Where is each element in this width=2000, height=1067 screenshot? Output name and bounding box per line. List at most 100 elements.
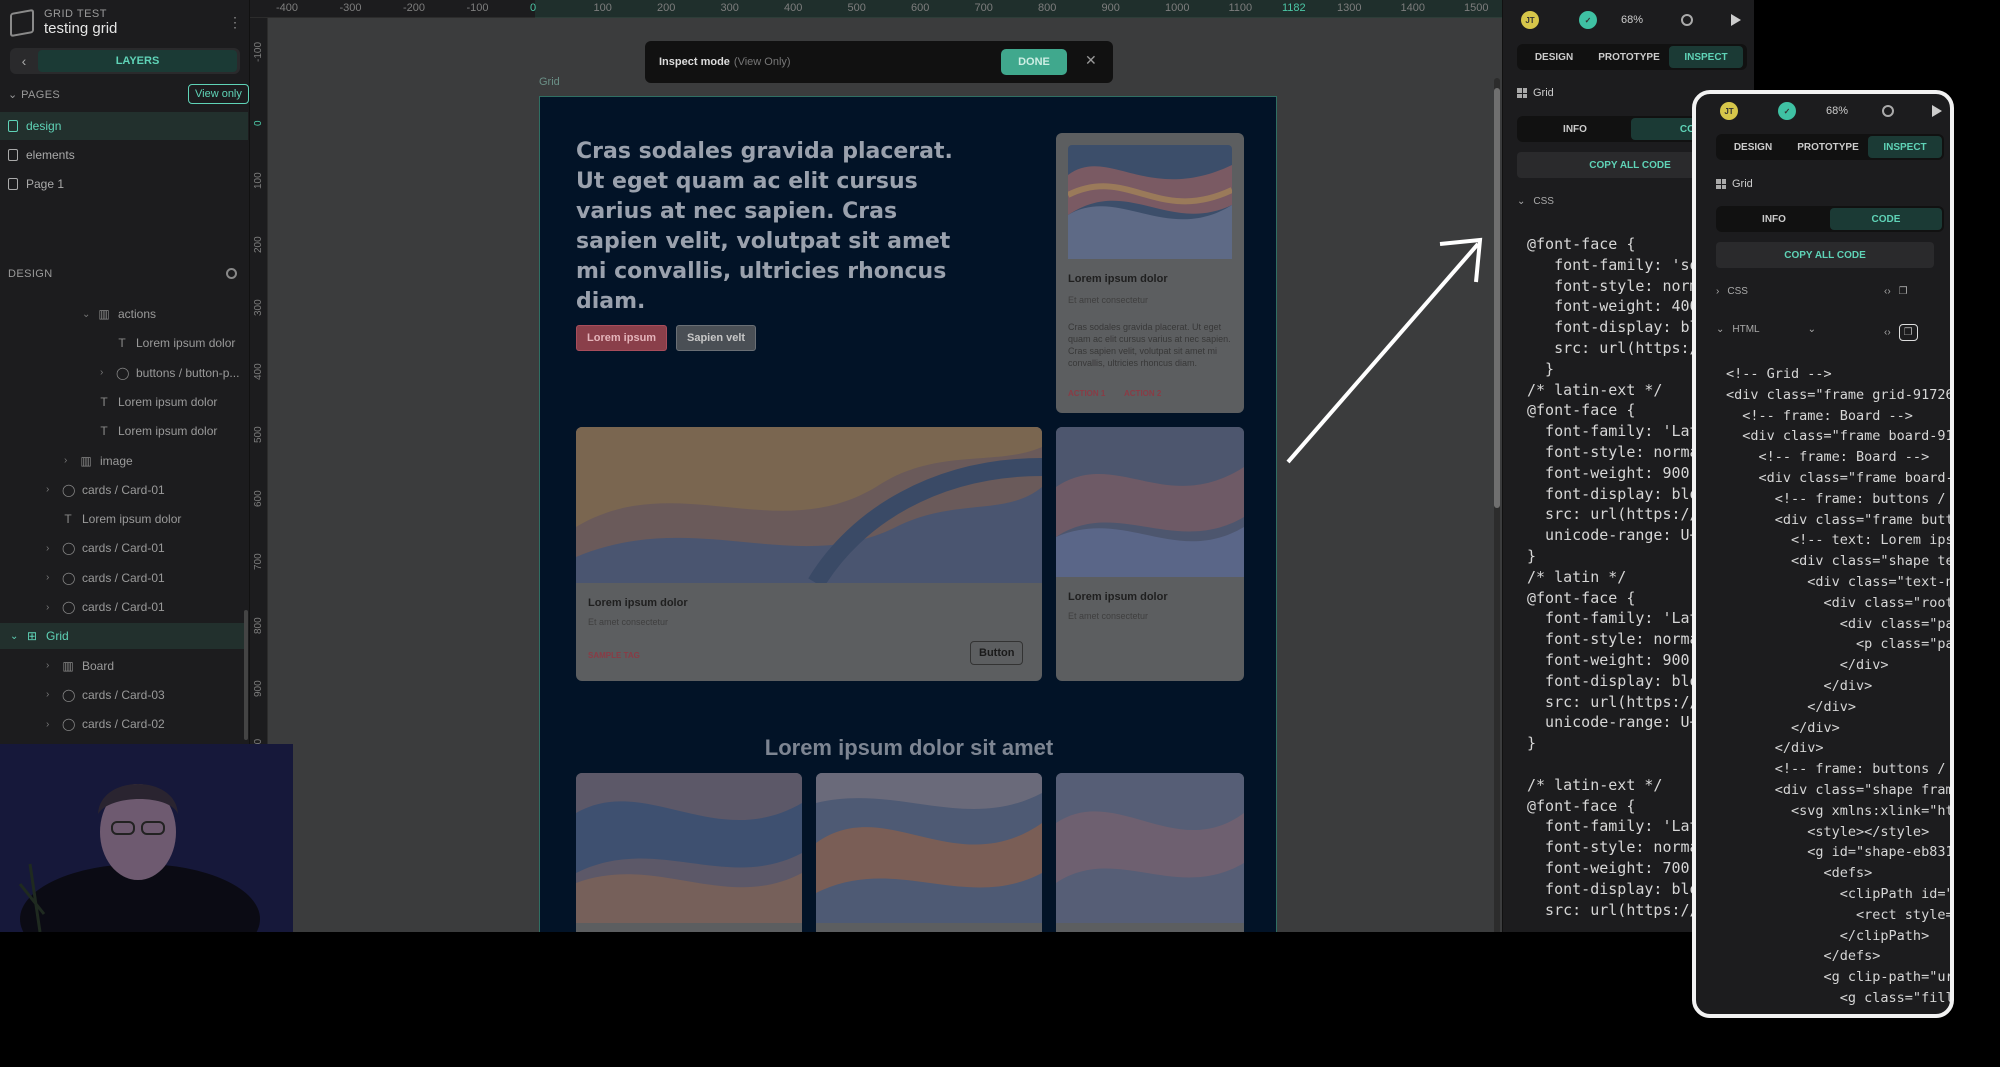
page-icon — [8, 120, 18, 132]
tab-prototype[interactable]: PROTOTYPE — [1589, 46, 1669, 68]
tab-layers[interactable]: LAYERS — [38, 50, 237, 72]
layer-label: cards / Card-01 — [82, 570, 165, 585]
ruler-tick-label: 600 — [253, 489, 264, 507]
layer-item[interactable]: T Lorem ipsum dolor — [82, 389, 217, 415]
canvas-scrollbar[interactable] — [1494, 78, 1500, 932]
more-options-icon[interactable]: ⋮ — [228, 14, 242, 31]
layer-item[interactable]: › ◯ cards / Card-01 — [46, 594, 165, 620]
card-02-wide[interactable]: Lorem ipsum dolor Et amet consectetur SA… — [576, 427, 1042, 681]
tab-design[interactable]: DESIGN — [1519, 46, 1589, 68]
zoom-level[interactable]: 68% — [1621, 14, 1643, 26]
page-label: Page 1 — [26, 177, 65, 191]
close-icon[interactable]: ✕ — [1085, 52, 1097, 69]
bottom-card-1[interactable] — [576, 773, 802, 932]
chevron-right-icon[interactable]: › — [46, 572, 54, 583]
layer-item[interactable]: › ◯ cards / Card-03 — [46, 682, 165, 708]
code-line: <div class="frame board-91 — [1726, 428, 1954, 445]
sample-tag: SAMPLE TAG — [588, 651, 640, 660]
hero-text[interactable]: Cras sodales gravida placerat. Ut eget q… — [576, 137, 956, 317]
layer-item[interactable]: T Lorem ipsum dolor — [46, 506, 181, 532]
layer-item[interactable]: › ◯ cards / Card-01 — [46, 477, 165, 503]
user-avatar[interactable]: JT — [1521, 11, 1539, 29]
page-item[interactable]: elements — [0, 141, 248, 169]
card-title: Lorem ipsum dolor — [1068, 591, 1168, 603]
layer-item[interactable]: T Lorem ipsum dolor — [100, 330, 235, 356]
section-heading[interactable]: Lorem ipsum dolor sit amet — [540, 735, 1278, 761]
action-1-link[interactable]: ACTION 1 — [1068, 389, 1105, 398]
tab-info[interactable]: INFO — [1718, 208, 1830, 230]
page-item[interactable]: design — [0, 112, 248, 140]
lorem-ipsum-button[interactable]: Lorem ipsum — [576, 325, 668, 351]
css-section-toggle[interactable]: ⌄ CSS — [1517, 196, 1554, 207]
html-code-block[interactable]: <!-- Grid --> <div class="frame grid-9172… — [1726, 366, 1954, 1011]
chevron-right-icon[interactable]: › — [46, 719, 54, 730]
layer-item[interactable]: › ▥ image — [64, 448, 133, 474]
back-arrow-icon[interactable]: ‹ — [10, 53, 38, 69]
layer-item[interactable]: ⌄ ▥ actions — [82, 301, 156, 327]
code-line: <g class="fills" id=" — [1839, 989, 1954, 1006]
sidebar-scrollbar[interactable] — [244, 610, 248, 740]
design-canvas[interactable]: Grid Cras sodales gravida placerat. Ut e… — [268, 18, 1502, 932]
layer-item[interactable]: › ▥ Board — [46, 653, 114, 679]
inspect-mode-banner: Inspect mode (View Only) DONE ✕ — [645, 41, 1113, 83]
copy-icon[interactable]: ❐ — [1898, 324, 1918, 341]
sync-status-icon: ✓ — [1579, 11, 1597, 29]
comment-icon[interactable] — [1681, 14, 1693, 26]
tab-design[interactable]: DESIGN — [1718, 136, 1788, 158]
tab-code[interactable]: CODE — [1830, 208, 1942, 230]
done-button[interactable]: DONE — [1001, 49, 1067, 75]
chevron-right-icon[interactable]: › — [46, 660, 54, 671]
copy-icon[interactable]: ❐ — [1899, 286, 1908, 297]
bottom-card-3[interactable] — [1056, 773, 1244, 932]
board-label[interactable]: Grid — [539, 76, 560, 88]
copy-all-code-button[interactable]: COPY ALL CODE — [1716, 242, 1934, 268]
ruler-tick-label: 900 — [253, 680, 264, 697]
search-icon[interactable] — [226, 268, 237, 279]
play-icon[interactable] — [1731, 14, 1741, 26]
code-view-icon[interactable]: ‹› — [1884, 327, 1891, 338]
layer-item[interactable]: › ◯ cards / Card-01 — [46, 565, 165, 591]
tab-info[interactable]: INFO — [1519, 118, 1631, 140]
card-button[interactable]: Button — [970, 641, 1024, 665]
html-label: HTML — [1732, 324, 1760, 335]
sapien-velt-button[interactable]: Sapien velt — [676, 325, 757, 351]
layer-item[interactable]: ⌄ ⊞ Grid — [0, 623, 248, 650]
layer-label: Lorem ipsum dolor — [118, 424, 218, 439]
chevron-right-icon[interactable]: › — [64, 455, 72, 466]
chevron-right-icon[interactable]: › — [100, 367, 108, 378]
tab-inspect[interactable]: INSPECT — [1868, 136, 1942, 158]
page-item[interactable]: Page 1 — [0, 170, 248, 198]
view-only-badge[interactable]: View only — [188, 84, 249, 104]
code-line: <g clip-path="url(#fr — [1823, 969, 1954, 986]
chevron-down-icon[interactable]: ⌄ — [82, 309, 90, 320]
user-avatar[interactable]: JT — [1720, 102, 1738, 120]
html-section-toggle[interactable]: ⌄ HTML ⌄ — [1716, 324, 1816, 335]
pages-section-toggle[interactable]: ⌄ PAGES — [8, 88, 60, 101]
action-2-link[interactable]: ACTION 2 — [1124, 389, 1161, 398]
chevron-right-icon[interactable]: › — [46, 484, 54, 495]
comment-icon[interactable] — [1882, 105, 1894, 117]
code-line: <div class="paragra — [1839, 615, 1954, 632]
zoom-level[interactable]: 68% — [1826, 105, 1848, 117]
chevron-down-icon[interactable]: ⌄ — [10, 631, 18, 642]
layer-item[interactable]: › ◯ buttons / button-p... — [100, 360, 239, 386]
layer-item[interactable]: › ◯ cards / Card-01 — [46, 535, 165, 561]
code-line: <clipPath id="frame — [1839, 885, 1954, 902]
chevron-right-icon[interactable]: › — [46, 602, 54, 613]
code-view-icon[interactable]: ‹› — [1884, 286, 1891, 297]
ruler-tick-label: 1300 — [1337, 2, 1362, 14]
tab-inspect[interactable]: INSPECT — [1669, 46, 1743, 68]
project-header[interactable]: GRID TEST testing grid — [10, 8, 117, 37]
bottom-card-2[interactable] — [816, 773, 1042, 932]
chevron-right-icon[interactable]: › — [46, 689, 54, 700]
tab-prototype[interactable]: PROTOTYPE — [1788, 136, 1868, 158]
layer-item[interactable]: T Lorem ipsum dolor — [82, 418, 217, 444]
grid-board[interactable]: Cras sodales gravida placerat. Ut eget q… — [539, 96, 1277, 932]
chevron-right-icon[interactable]: › — [46, 543, 54, 554]
play-icon[interactable] — [1932, 105, 1942, 117]
ruler-tick-label: 700 — [253, 553, 264, 570]
card-03[interactable]: Lorem ipsum dolor Et amet consectetur — [1056, 427, 1244, 681]
css-section-toggle[interactable]: › CSS — [1716, 286, 1748, 297]
card-01[interactable]: Lorem ipsum dolor Et amet consectetur Cr… — [1056, 133, 1244, 413]
layer-item[interactable]: › ◯ cards / Card-02 — [46, 711, 165, 737]
